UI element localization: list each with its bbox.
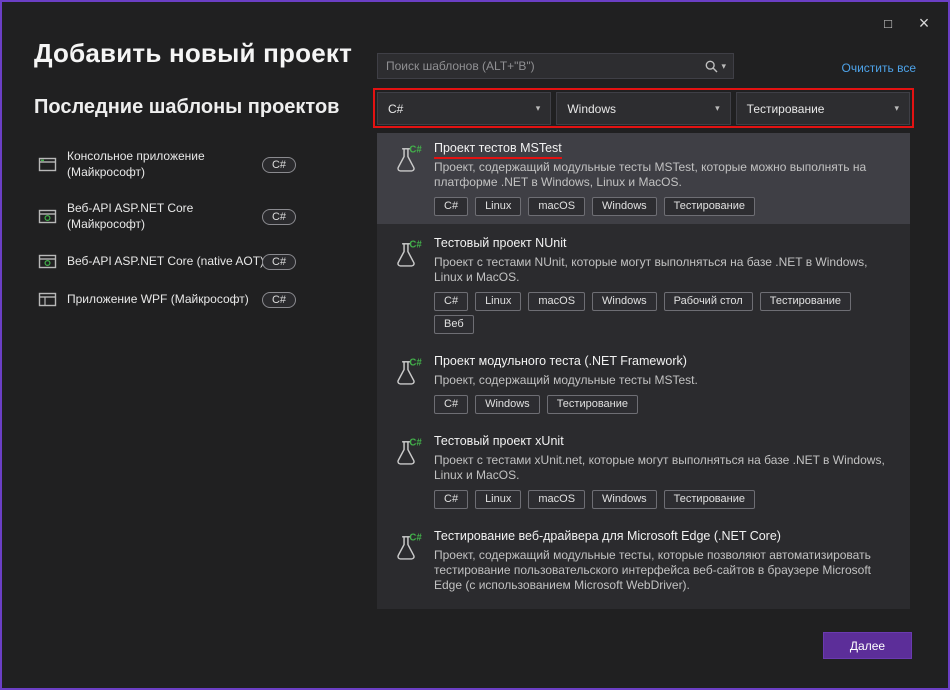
tag-windows[interactable]: Windows: [592, 292, 657, 311]
template-name: Тестовый проект NUnit: [434, 236, 898, 251]
wpf-app-icon: [38, 291, 58, 308]
recent-templates-header: Последние шаблоны проектов: [34, 96, 339, 119]
maximize-icon: □: [884, 16, 892, 31]
chevron-down-icon: ▾: [536, 104, 541, 113]
recent-item-webapi-native-aot[interactable]: Веб-API ASP.NET Core (native AOT) C#: [38, 248, 296, 275]
tag-macos[interactable]: macOS: [528, 490, 585, 509]
close-icon: ×: [919, 13, 930, 34]
window-controls: □ ×: [872, 10, 940, 36]
search-input[interactable]: [378, 59, 705, 73]
template-tags: C# Linux macOS Windows Рабочий стол Тест…: [434, 292, 898, 311]
recent-item-webapi-aspnet[interactable]: Веб-API ASP.NET Core (Майкрософт) C#: [38, 196, 296, 237]
template-row-xunit[interactable]: C# Тестовый проект xUnit Проект с тестам…: [377, 426, 910, 517]
platform-filter-dropdown[interactable]: Windows ▾: [556, 92, 730, 125]
svg-text:C#: C#: [409, 438, 422, 449]
unit-test-project-icon: C#: [389, 354, 423, 388]
chevron-down-icon: ▾: [894, 104, 899, 113]
language-badge: C#: [262, 292, 296, 308]
template-name: Проект тестов MSTest: [434, 141, 898, 156]
language-filter-value: C#: [388, 102, 403, 116]
tag-desktop[interactable]: Рабочий стол: [664, 292, 753, 311]
template-description: Проект с тестами NUnit, которые могут вы…: [434, 255, 898, 285]
filter-row: C# ▾ Windows ▾ Тестирование ▾: [377, 92, 910, 125]
webapi-aot-icon: [38, 253, 58, 270]
next-button[interactable]: Далее: [823, 632, 912, 659]
language-badge: C#: [262, 157, 296, 173]
tag-windows[interactable]: Windows: [592, 197, 657, 216]
tag-csharp[interactable]: C#: [434, 395, 468, 414]
tag-testing[interactable]: Тестирование: [664, 490, 755, 509]
template-row-unit-test-netframework[interactable]: C# Проект модульного теста (.NET Framewo…: [377, 346, 910, 422]
tag-csharp[interactable]: C#: [434, 292, 468, 311]
console-app-icon: [38, 156, 58, 173]
tag-macos[interactable]: macOS: [528, 197, 585, 216]
close-button[interactable]: ×: [908, 10, 940, 36]
template-tags: C# Windows Тестирование: [434, 395, 698, 414]
template-tags: Веб: [434, 315, 898, 334]
xunit-project-icon: C#: [389, 434, 423, 468]
template-description: Проект, содержащий модульные тесты, кото…: [434, 548, 898, 593]
tag-linux[interactable]: Linux: [475, 490, 521, 509]
template-name: Проект модульного теста (.NET Framework): [434, 354, 698, 369]
template-search-box: ▾: [377, 53, 734, 79]
tag-testing[interactable]: Тестирование: [547, 395, 638, 414]
tag-testing[interactable]: Тестирование: [760, 292, 851, 311]
recent-item-label: Веб-API ASP.NET Core (native AOT): [67, 254, 253, 270]
tag-macos[interactable]: macOS: [528, 292, 585, 311]
annotation-red-underline: Проект тестов MSTest: [434, 141, 562, 159]
template-name: Тестирование веб-драйвера для Microsoft …: [434, 529, 898, 544]
chevron-down-icon: ▾: [715, 104, 720, 113]
language-badge: C#: [262, 254, 296, 270]
template-row-mstest[interactable]: C# Проект тестов MSTest Проект, содержащ…: [377, 133, 910, 224]
edge-webdriver-project-icon: C#: [389, 529, 423, 563]
tag-web[interactable]: Веб: [434, 315, 474, 334]
language-badge: C#: [262, 209, 296, 225]
template-description: Проект, содержащий модульные тесты MSTes…: [434, 160, 898, 190]
project-type-filter-dropdown[interactable]: Тестирование ▾: [736, 92, 910, 125]
language-filter-dropdown[interactable]: C# ▾: [377, 92, 551, 125]
tag-testing[interactable]: Тестирование: [664, 197, 755, 216]
tag-linux[interactable]: Linux: [475, 292, 521, 311]
template-description: Проект с тестами xUnit.net, которые могу…: [434, 453, 898, 483]
template-tags: C# Linux macOS Windows Тестирование: [434, 197, 898, 216]
recent-item-console-app[interactable]: Консольное приложение (Майкрософт) C#: [38, 144, 296, 185]
template-list: C# Проект тестов MSTest Проект, содержащ…: [377, 133, 910, 609]
tag-windows[interactable]: Windows: [475, 395, 540, 414]
nunit-project-icon: C#: [389, 236, 423, 270]
tag-windows[interactable]: Windows: [592, 490, 657, 509]
template-name: Тестовый проект xUnit: [434, 434, 898, 449]
recent-item-wpf-app[interactable]: Приложение WPF (Майкрософт) C#: [38, 286, 296, 313]
template-row-nunit[interactable]: C# Тестовый проект NUnit Проект с тестам…: [377, 228, 910, 342]
platform-filter-value: Windows: [567, 102, 616, 116]
tag-csharp[interactable]: C#: [434, 490, 468, 509]
tag-linux[interactable]: Linux: [475, 197, 521, 216]
template-description: Проект, содержащий модульные тесты MSTes…: [434, 373, 698, 388]
mstest-project-icon: C#: [389, 141, 423, 175]
tag-csharp[interactable]: C#: [434, 197, 468, 216]
search-icon: [705, 60, 718, 73]
svg-text:C#: C#: [409, 533, 422, 544]
svg-text:C#: C#: [409, 145, 422, 156]
add-new-project-dialog: □ × Добавить новый проект Последние шабл…: [0, 0, 950, 690]
template-row-edge-webdriver[interactable]: C# Тестирование веб-драйвера для Microso…: [377, 521, 910, 601]
page-title: Добавить новый проект: [34, 38, 352, 69]
recent-templates-list: Консольное приложение (Майкрософт) C# Ве…: [38, 144, 296, 324]
recent-item-label: Приложение WPF (Майкрософт): [67, 292, 253, 308]
clear-all-link[interactable]: Очистить все: [842, 61, 916, 75]
template-tags: C# Linux macOS Windows Тестирование: [434, 490, 898, 509]
webapi-icon: [38, 208, 58, 225]
search-icons[interactable]: ▾: [705, 60, 733, 73]
project-type-filter-value: Тестирование: [747, 102, 825, 116]
recent-item-label: Консольное приложение (Майкрософт): [67, 149, 253, 180]
recent-item-label: Веб-API ASP.NET Core (Майкрософт): [67, 201, 253, 232]
maximize-button[interactable]: □: [872, 10, 904, 36]
search-dropdown-caret-icon: ▾: [721, 62, 726, 71]
svg-text:C#: C#: [409, 240, 422, 251]
svg-text:C#: C#: [409, 358, 422, 369]
